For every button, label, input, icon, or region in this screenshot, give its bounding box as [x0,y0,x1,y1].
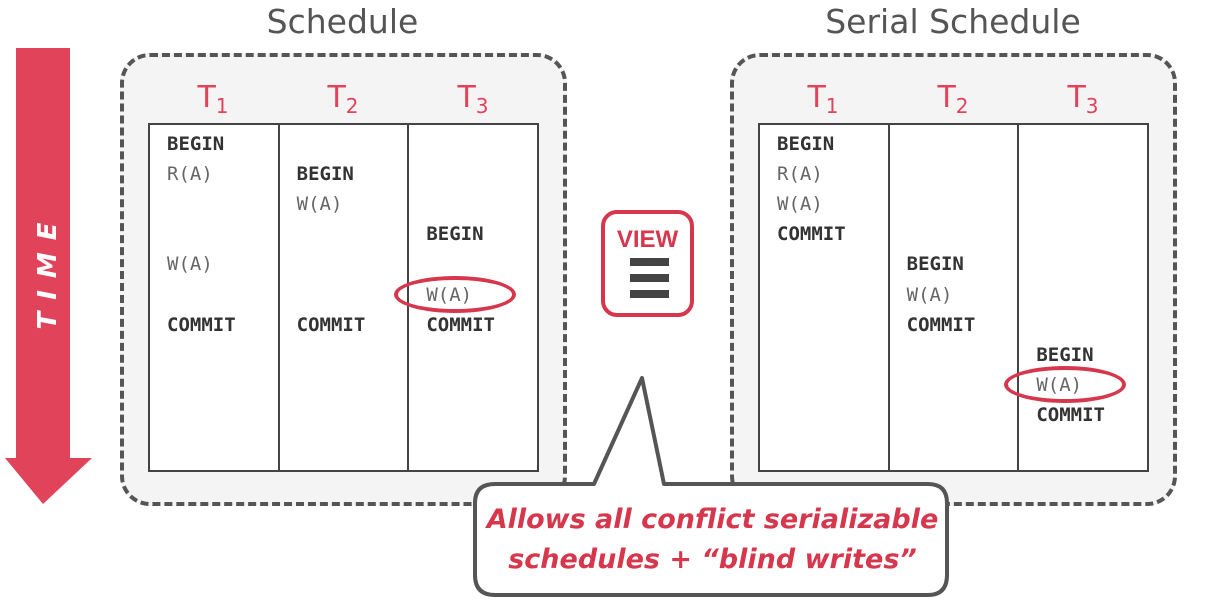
callout-line-1: Allows all conflict serializable [486,504,939,535]
callout-line-2: schedules + “blind writes” [508,544,917,575]
callout-text: Allows all conflict serializable schedul… [480,500,945,580]
